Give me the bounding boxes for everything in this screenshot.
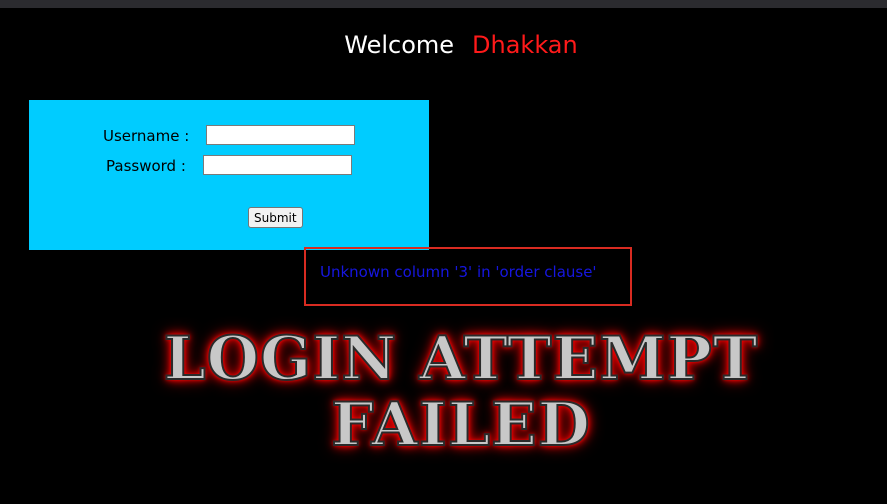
login-failed-banner: LOGIN ATTEMPT FAILED (0, 324, 887, 460)
failed-banner-line-2: FAILED (330, 390, 591, 460)
browser-top-bar (0, 0, 887, 8)
failed-banner-line-1: LOGIN ATTEMPT (163, 324, 759, 394)
login-form: Username : Password : Submit (29, 100, 429, 250)
password-label: Password : (106, 157, 186, 175)
submit-button[interactable]: Submit (248, 207, 303, 228)
username-label: Username : (103, 127, 190, 145)
password-input[interactable] (203, 155, 352, 175)
username-input[interactable] (206, 125, 355, 145)
welcome-heading: Welcome Dhakkan (0, 30, 887, 60)
error-message: Unknown column '3' in 'order clause' (320, 263, 597, 281)
error-message-box: Unknown column '3' in 'order clause' (304, 247, 632, 306)
welcome-text: Welcome (344, 31, 455, 59)
welcome-user-name: Dhakkan (472, 31, 578, 59)
